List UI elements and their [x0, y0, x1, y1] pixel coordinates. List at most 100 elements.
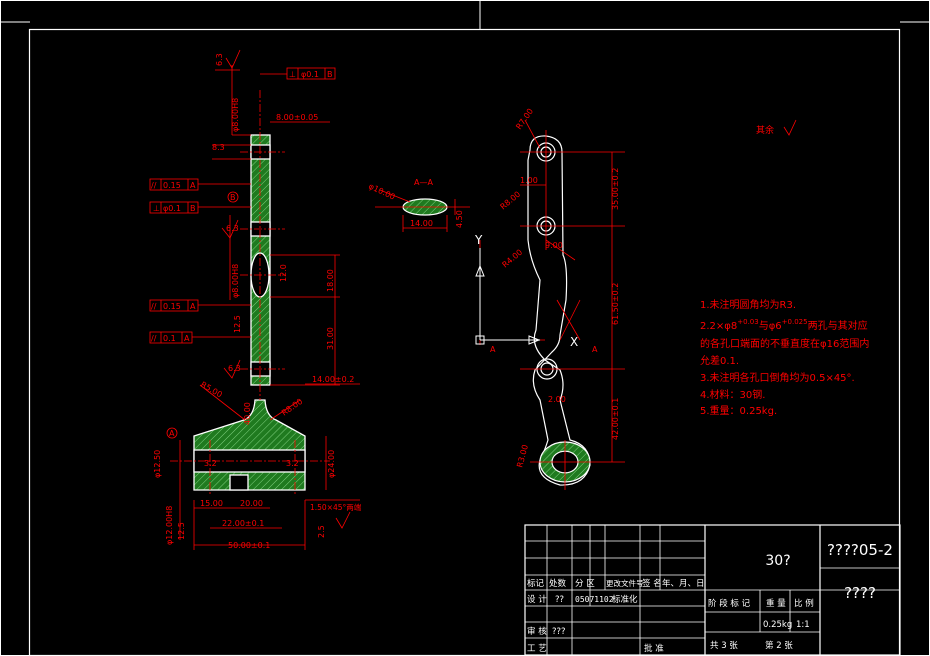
drawing-number: ????05-2	[827, 541, 893, 559]
sheet-number: 第 2 张	[765, 640, 793, 651]
dim-1: 1.00	[520, 176, 538, 185]
dim-2: 2.00	[548, 395, 566, 404]
roughness-rest-label: 其余	[756, 124, 774, 136]
dim-14: 14.00±0.2	[312, 375, 354, 384]
weight-value: 0.25kg	[763, 620, 792, 630]
note-2: 2.2×φ8+0.03与φ6+0.025两孔与其对应	[700, 318, 868, 332]
tol-row-4-datum: A	[184, 334, 190, 343]
stage-label: 阶 段 标 记	[708, 598, 751, 609]
dim-42: 42.00±0.1	[611, 398, 620, 440]
dim-15: 15.00	[200, 499, 223, 508]
tol-top-sym: ⊥	[289, 70, 296, 79]
dim-35: 35.00±0.2	[611, 168, 620, 210]
craft-label: 工 艺	[527, 644, 547, 654]
note-2c: 允差0.1.	[700, 354, 739, 367]
tol-row-2-value: φ0.1	[163, 204, 181, 213]
note-2-end: 两孔与其对应	[808, 319, 868, 332]
datum-b: B	[230, 193, 236, 202]
r-8: R8.00	[280, 397, 304, 418]
hdr-file: 更改文件号	[606, 578, 644, 588]
std-label: 标准化	[612, 594, 638, 605]
dim-12-5b: 12.5	[177, 522, 186, 540]
section-diam: φ10.00	[367, 182, 396, 202]
hdr-zone: 分 区	[575, 579, 595, 589]
note-4: 4.材料：30钢.	[700, 388, 765, 401]
dim-22: 22.00±0.1	[222, 519, 264, 528]
approve-label: 批 准	[644, 643, 664, 654]
tol-row-2-sym: ⊥	[153, 204, 160, 213]
design-date: 05071102	[575, 595, 614, 604]
dim-12-5: 12.5	[233, 315, 242, 333]
tol-top-datum: B	[327, 70, 333, 79]
tol-row-1-datum: A	[190, 181, 196, 190]
dim-12-50: φ12.50	[153, 450, 162, 478]
hole-dim-top: φ8.00H8	[231, 98, 240, 132]
axis-y: Y	[474, 233, 483, 247]
note-5: 5.重量：0.25kg.	[700, 404, 777, 417]
r-12: 12.0	[279, 264, 288, 282]
dim-8-3: 8.3	[212, 143, 225, 152]
r-3: R3.00	[515, 444, 530, 469]
tol-row-3-sym: //	[151, 302, 157, 311]
dim-31: 31.00	[326, 327, 335, 350]
chamfer: 1.50×45°两端	[310, 502, 362, 512]
tol-top-value: φ0.1	[301, 70, 319, 79]
a-label-2: A	[592, 345, 598, 354]
note-2-sup2: +0.025	[782, 318, 808, 326]
dim-9: 9.00	[545, 241, 563, 250]
note-2b: 的各孔口端面的不垂直度在φ16范围内	[700, 337, 869, 350]
roughness-top: 6.3	[215, 53, 224, 66]
scale-label: 比 例	[794, 598, 814, 609]
r-5: R5.00	[199, 380, 224, 399]
design-label: 设 计	[527, 594, 547, 605]
dim-61-50: 61.50±0.2	[611, 283, 620, 325]
note-1: 1.未注明圆角均为R3.	[700, 298, 796, 311]
hdr-sign: 签 名	[642, 578, 662, 589]
right-view: R7.00 R8.00 R4.00 1.00 35.00±0.2 61.50±0…	[474, 107, 625, 490]
tol-row-2-datum: B	[190, 204, 196, 213]
section-width: 14.00	[410, 219, 433, 228]
tol-row-4-value: 0.1	[163, 334, 176, 343]
left-part-outline	[193, 134, 306, 491]
tol-row-4-sym: //	[151, 334, 157, 343]
hdr-date: 年、月、日	[662, 578, 705, 589]
section-label: A—A	[414, 178, 433, 187]
r-7: R7.00	[514, 107, 535, 131]
note-2-sup1: +0.03	[737, 318, 758, 326]
tol-row-3-value: 0.15	[163, 302, 181, 311]
hdr-mark: 标记	[527, 578, 545, 589]
right-part-outline	[527, 135, 591, 486]
roughness-low: 6.3	[228, 364, 241, 373]
tol-row-1-sym: //	[151, 181, 157, 190]
hole-dim-bottom: φ12.00H8	[165, 506, 174, 545]
section-view: A—A φ10.00 14.00 4.50	[367, 178, 470, 232]
weight-label: 重 量	[766, 598, 786, 609]
roughness-mid: 6.3	[226, 224, 239, 233]
dim-50: 50.00±0.1	[228, 541, 270, 550]
width-dim: 8.00±0.05	[276, 113, 318, 122]
tol-row-3-datum: A	[190, 302, 196, 311]
review-label: 审 核	[527, 626, 547, 637]
roughness-rest: 其余	[756, 119, 797, 136]
r-8-right: R8.00	[499, 190, 523, 212]
design-name: ??	[555, 595, 564, 605]
note-2-a: 2.2×φ8	[700, 321, 737, 332]
cad-drawing: 6.3 ⊥ φ0.1 B φ8.00H8 8.00±0.05 8.3 // 0.…	[0, 0, 930, 656]
note-2-mid: 与φ6	[759, 320, 782, 332]
sheets-total: 共 3 张	[710, 641, 738, 651]
drawing-name: ????	[844, 584, 876, 602]
review-name: ???	[552, 627, 566, 637]
dim-40: 40.00	[243, 402, 252, 425]
technical-notes: 1.未注明圆角均为R3. 2.2×φ8+0.03与φ6+0.025两孔与其对应 …	[700, 298, 869, 417]
hdr-count: 处数	[549, 578, 567, 589]
note-3: 3.未注明各孔口倒角均为0.5×45°.	[700, 371, 855, 384]
scale-value: 1:1	[796, 620, 810, 630]
a-label-1: A	[490, 345, 496, 354]
dim-18: 18.00	[326, 269, 335, 292]
dim-3-2a: 3.2	[204, 459, 217, 468]
left-view: 6.3 ⊥ φ0.1 B φ8.00H8 8.00±0.05 8.3 // 0.…	[149, 49, 362, 550]
hole-dim-mid: φ8.00H8	[231, 264, 240, 298]
tol-row-1-value: 0.15	[163, 181, 181, 190]
dim-2-5: 2.5	[317, 525, 326, 538]
section-depth: 4.50	[455, 210, 464, 228]
